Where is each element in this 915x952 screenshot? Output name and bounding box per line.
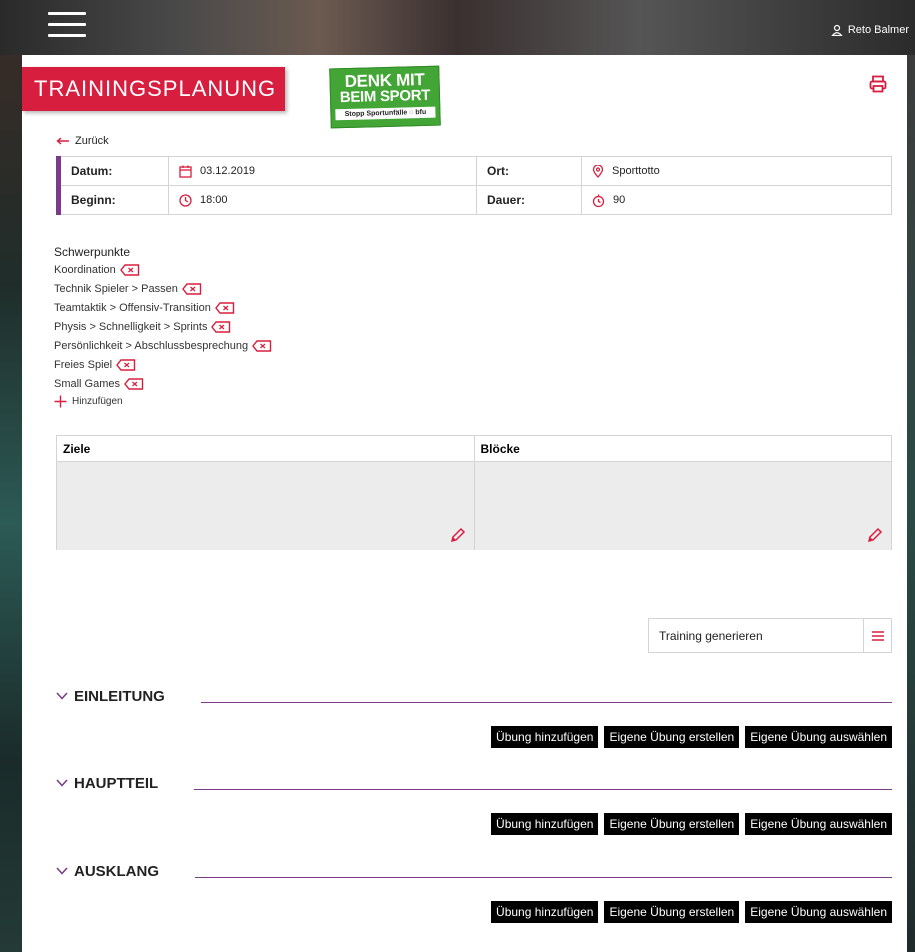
background-left [0,0,22,952]
chevron-down-icon [56,779,68,787]
user-menu[interactable]: Reto Balmer [831,24,909,36]
select-own-exercise-button[interactable]: Eigene Übung auswählen [745,726,892,748]
edit-pencil-icon[interactable] [450,527,466,543]
page-title: TRAININGSPLANUNG [22,67,285,111]
select-own-exercise-button[interactable]: Eigene Übung auswählen [745,901,892,923]
section-toggle[interactable]: HAUPTTEIL [56,775,158,792]
add-exercise-button[interactable]: Übung hinzufügen [491,726,599,748]
stopwatch-icon [592,194,605,207]
clock-icon [179,193,192,207]
edit-pencil-icon[interactable] [867,527,883,543]
location-icon [592,164,604,178]
list-item: Technik Spieler > Passen [54,279,272,298]
arrow-left-icon [56,137,69,145]
divider [200,689,892,703]
user-icon [831,24,843,36]
list-item: Persönlichkeit > Abschlussbesprechung [54,336,272,355]
schwerpunkte-list: Schwerpunkte Koordination Technik Spiele… [54,245,272,408]
create-own-exercise-button[interactable]: Eigene Übung erstellen [604,813,740,835]
remove-tag-icon[interactable] [214,301,235,314]
bloecke-content [474,462,891,550]
remove-tag-icon[interactable] [211,320,231,333]
ziele-panel: Ziele [57,436,475,550]
section-ausklang: AUSKLANG Übung hinzufügen Eigene Übung e… [56,857,892,923]
dauer-cell[interactable]: 90 [581,185,892,215]
list-item: Teamtaktik > Offensiv-Transition [54,298,272,317]
beginn-value: 18:00 [200,194,228,206]
datum-label: Datum: [58,156,169,186]
ort-label: Ort: [476,156,582,186]
training-generieren-label: Training generieren [659,628,763,643]
section-hauptteil: HAUPTTEIL Übung hinzufügen Eigene Übung … [56,769,892,835]
bloecke-panel: Blöcke [474,436,891,550]
add-exercise-button[interactable]: Übung hinzufügen [491,813,599,835]
chevron-down-icon [56,692,68,700]
add-exercise-button[interactable]: Übung hinzufügen [491,901,599,923]
background-right [907,55,915,952]
training-info-table: Datum: 03.12.2019 Ort: Sporttotto Beginn… [56,156,892,215]
remove-tag-icon[interactable] [124,377,144,390]
remove-tag-icon[interactable] [116,358,136,371]
main-content: TRAININGSPLANUNG DENK MIT BEIM SPORT Sto… [22,55,907,952]
back-link[interactable]: Zurück [56,135,109,147]
chevron-down-icon [56,867,68,875]
bloecke-heading: Blöcke [474,436,891,462]
header-background [0,0,915,55]
section-title: AUSKLANG [74,862,159,880]
remove-tag-icon[interactable] [181,282,202,295]
datum-cell[interactable]: 03.12.2019 [168,156,477,186]
ziele-heading: Ziele [57,436,474,462]
create-own-exercise-button[interactable]: Eigene Übung erstellen [604,901,740,923]
menu-icon[interactable] [48,12,86,40]
section-toggle[interactable]: AUSKLANG [56,863,159,880]
divider [194,776,892,790]
section-title: HAUPTTEIL [74,774,159,792]
ziele-bloecke-panel: Ziele Blöcke [56,435,892,550]
bfu-logo: DENK MIT BEIM SPORT Stopp Sportunfälle ◌… [329,65,441,129]
print-icon[interactable] [869,75,887,93]
create-own-exercise-button[interactable]: Eigene Übung erstellen [604,726,740,748]
training-generieren-select[interactable]: Training generieren [648,618,892,653]
list-item: Freies Spiel [54,355,272,374]
dauer-label: Dauer: [476,185,582,215]
list-item: Small Games [54,374,272,393]
datum-value: 03.12.2019 [200,165,256,177]
ziele-content [57,462,474,550]
add-schwerpunkt-button[interactable]: Hinzufügen [54,395,272,408]
select-own-exercise-button[interactable]: Eigene Übung auswählen [745,813,892,835]
beginn-label: Beginn: [58,185,169,215]
calendar-icon [179,165,192,178]
section-title: EINLEITUNG [74,687,165,705]
ort-cell[interactable]: Sporttotto [581,156,892,186]
plus-icon [54,395,67,408]
remove-tag-icon[interactable] [119,263,140,276]
list-item: Physis > Schnelligkeit > Sprints [54,317,272,336]
ort-value: Sporttotto [612,165,660,177]
list-item: Koordination [54,260,272,279]
list-menu-icon[interactable] [863,618,891,653]
remove-tag-icon[interactable] [252,339,272,352]
section-toggle[interactable]: EINLEITUNG [56,688,165,705]
user-name: Reto Balmer [847,24,909,36]
schwerpunkte-heading: Schwerpunkte [54,245,131,259]
dauer-value: 90 [613,194,626,206]
beginn-cell[interactable]: 18:00 [168,185,477,215]
divider [195,864,892,878]
section-einleitung: EINLEITUNG Übung hinzufügen Eigene Übung… [56,682,892,748]
